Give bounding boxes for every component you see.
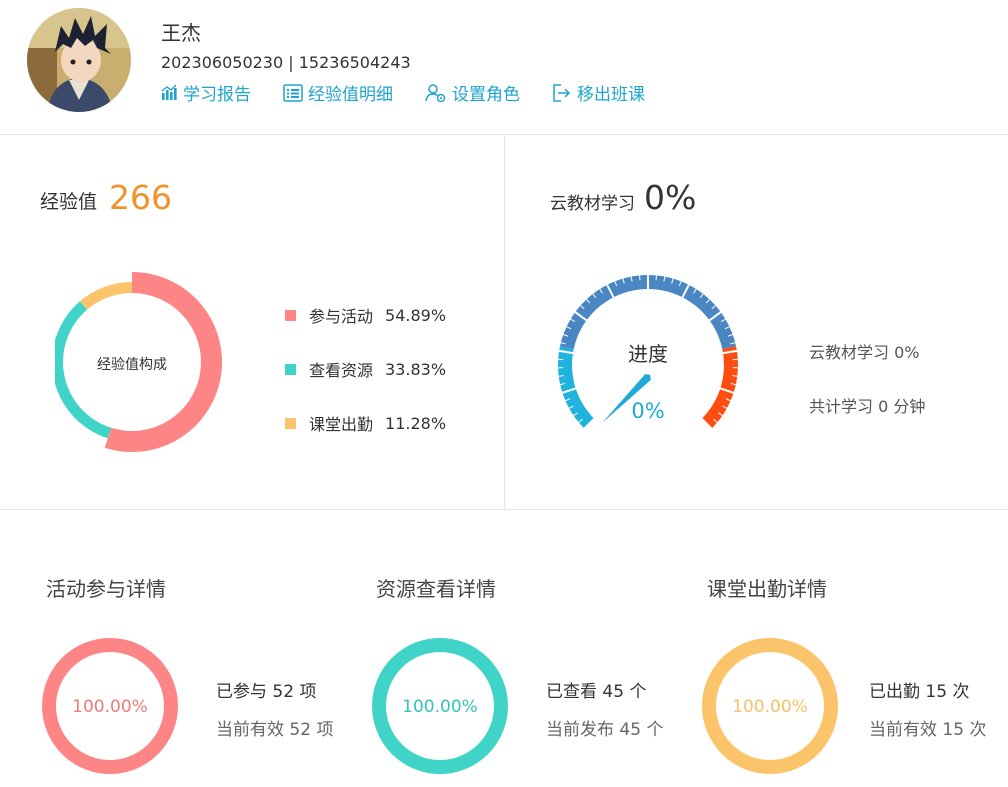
set-role-label: 设置角色 <box>452 85 520 105</box>
bar-chart-icon <box>161 84 177 100</box>
donut-center-label: 经验值构成 <box>97 357 167 373</box>
exp-donut-chart: 经验值构成 <box>55 272 222 452</box>
divider <box>504 135 505 509</box>
remove-from-class-label: 移出班课 <box>577 85 645 105</box>
cloud-time-text: 共计学习 0 分钟 <box>809 397 926 416</box>
attendance-ring: 100.00% <box>702 638 838 774</box>
logout-icon <box>553 83 571 102</box>
gauge-value: 0% <box>631 399 664 423</box>
user-name: 王杰 <box>161 21 201 45</box>
set-role-link[interactable]: 设置角色 <box>425 80 520 105</box>
resource-published: 当前发布 45 个 <box>546 720 664 740</box>
legend-swatch <box>285 363 296 375</box>
legend-value: 11.28% <box>385 413 447 433</box>
legend-swatch <box>285 309 296 321</box>
exp-detail-link[interactable]: 经验值明细 <box>283 80 393 105</box>
exp-detail-label: 经验值明细 <box>308 85 393 105</box>
exp-value: 266 <box>109 178 172 217</box>
cloud-label: 云教材学习 <box>550 194 635 214</box>
gauge-tick <box>732 375 738 377</box>
activity-ring: 100.00% <box>42 638 178 774</box>
legend-item: 参与活动 54.89% <box>285 303 446 327</box>
resource-ring: 100.00% <box>372 638 508 774</box>
legend-item: 课堂出勤 11.28% <box>285 411 446 435</box>
activity-detail-title: 活动参与详情 <box>46 577 166 601</box>
exp-label: 经验值 <box>40 191 98 213</box>
resource-percent: 100.00% <box>402 697 478 717</box>
attendance-count: 已出勤 15 次 <box>869 682 970 702</box>
donut-slice <box>79 282 132 310</box>
divider <box>0 509 1008 510</box>
gauge-segment <box>558 346 595 429</box>
user-ids: 202306050230 | 15236504243 <box>161 53 411 72</box>
activity-percent: 100.00% <box>72 697 148 717</box>
remove-from-class-link[interactable]: 移出班课 <box>552 80 645 105</box>
attendance-valid: 当前有效 15 次 <box>869 720 987 740</box>
legend-swatch <box>285 417 296 429</box>
activity-valid: 当前有效 52 项 <box>216 720 334 740</box>
action-bar: 学习报告 经验值明细 设置角色 移出班课 <box>160 80 677 105</box>
attendance-detail-title: 课堂出勤详情 <box>707 577 827 601</box>
gauge-segment <box>701 346 738 429</box>
legend-item: 查看资源 33.83% <box>285 357 446 381</box>
legend-value: 54.89% <box>385 305 447 325</box>
cloud-study-text: 云教材学习 0% <box>809 343 920 362</box>
user-settings-icon <box>425 83 446 102</box>
cloud-value: 0% <box>644 178 697 217</box>
legend-label: 参与活动 <box>309 307 374 326</box>
activity-joined: 已参与 52 项 <box>216 682 317 702</box>
progress-gauge: 进度 0% <box>558 275 738 430</box>
gauge-title: 进度 <box>628 342 668 366</box>
legend-label: 课堂出勤 <box>309 415 374 434</box>
list-icon <box>283 83 303 102</box>
resource-detail-title: 资源查看详情 <box>376 577 496 601</box>
learning-report-label: 学习报告 <box>183 85 251 105</box>
attendance-percent: 100.00% <box>732 697 808 717</box>
legend-label: 查看资源 <box>309 361 374 380</box>
gauge-tick <box>558 375 564 377</box>
learning-report-link[interactable]: 学习报告 <box>160 80 251 105</box>
resource-viewed: 已查看 45 个 <box>546 682 647 702</box>
legend-value: 33.83% <box>385 359 447 379</box>
avatar <box>27 8 131 112</box>
